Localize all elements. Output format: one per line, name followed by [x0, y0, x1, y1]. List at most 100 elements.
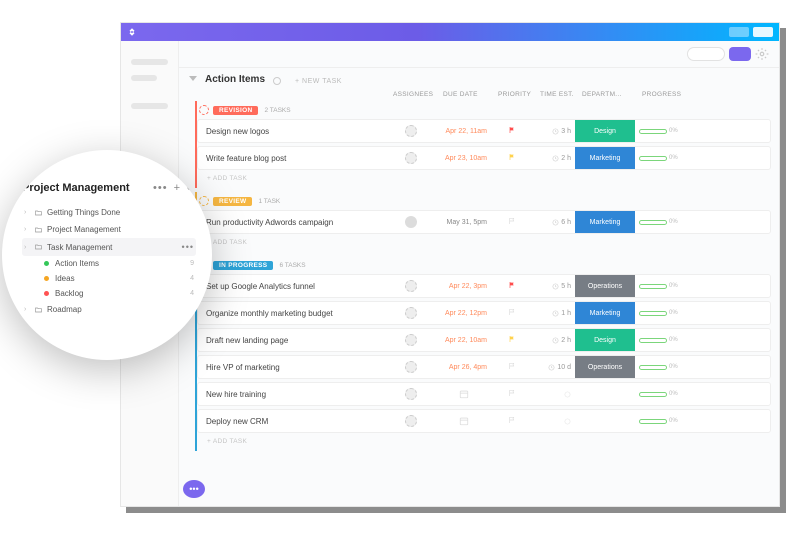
sidebar-lens: Project Management ••• + › Getting Thing… [2, 150, 212, 360]
list-item[interactable]: Backlog4 [22, 286, 196, 301]
task-row[interactable]: Set up Google Analytics funnel Apr 22, 3… [197, 274, 771, 298]
department-tag[interactable]: Operations [575, 275, 635, 297]
progress-pct: 0% [669, 418, 678, 424]
task-row[interactable]: Deploy new CRM 0% [197, 409, 771, 433]
time-estimate: 1 h [533, 310, 575, 317]
add-task-button[interactable]: + ADD TASK [197, 237, 771, 252]
task-row[interactable]: Organize monthly marketing budget Apr 22… [197, 301, 771, 325]
flag-icon[interactable] [508, 308, 516, 316]
task-row[interactable]: Draft new landing page Apr 22, 10am 2 h … [197, 328, 771, 352]
task-groups: REVISION 2 TASKS Design new logos Apr 22… [179, 101, 779, 451]
progress-bar [639, 129, 667, 134]
add-task-button[interactable]: + ADD TASK [197, 173, 771, 188]
group-header[interactable]: REVISION 2 TASKS [197, 101, 771, 119]
assignee-placeholder[interactable] [405, 152, 417, 164]
task-row[interactable]: Design new logos Apr 22, 11am 3 h Design… [197, 119, 771, 143]
department-tag[interactable]: Marketing [575, 211, 635, 233]
department-tag[interactable]: Design [575, 120, 635, 142]
project-label: Getting Things Done [47, 208, 120, 217]
assignee-placeholder[interactable] [405, 280, 417, 292]
tab-pill[interactable] [729, 27, 749, 37]
avatar[interactable] [405, 216, 417, 228]
department-tag[interactable]: Marketing [575, 302, 635, 324]
assignee-placeholder[interactable] [405, 388, 417, 400]
col-time: TIME EST. [540, 91, 582, 98]
clock-icon [564, 418, 571, 425]
flag-icon[interactable] [508, 217, 516, 225]
lens-header: Project Management ••• + [22, 182, 196, 194]
status-pill: IN PROGRESS [213, 261, 273, 270]
col-dept: DEPARTM... [582, 91, 642, 98]
toggle-switch[interactable] [687, 47, 725, 61]
status-dot-icon [44, 276, 49, 281]
new-task-button[interactable]: + NEW TASK [295, 78, 342, 85]
task-name: Draft new landing page [198, 336, 386, 345]
assignee-placeholder[interactable] [405, 307, 417, 319]
flag-icon[interactable] [508, 362, 516, 370]
calendar-icon[interactable] [459, 389, 469, 399]
progress-cell: 0% [635, 391, 687, 397]
progress-pct: 0% [669, 364, 678, 370]
flag-icon[interactable] [508, 153, 516, 161]
flag-icon[interactable] [508, 335, 516, 343]
folder-icon [34, 243, 43, 251]
assignee-placeholder[interactable] [405, 334, 417, 346]
task-name: Run productivity Adwords campaign [198, 218, 386, 227]
status-pill: REVISION [213, 106, 258, 115]
progress-pct: 0% [669, 391, 678, 397]
group-header[interactable]: REVIEW 1 TASK [197, 192, 771, 210]
project-item[interactable]: › Roadmap [22, 301, 196, 318]
flag-icon[interactable] [508, 281, 516, 289]
assignee-placeholder[interactable] [405, 125, 417, 137]
more-icon[interactable]: ••• [153, 182, 168, 194]
progress-bar [639, 311, 667, 316]
task-count: 2 TASKS [264, 107, 290, 114]
task-name: New hire training [198, 390, 386, 399]
task-row[interactable]: Run productivity Adwords campaign May 31… [197, 210, 771, 234]
view-switch[interactable] [729, 47, 751, 61]
assignee-placeholder[interactable] [405, 415, 417, 427]
flag-icon[interactable] [508, 416, 516, 424]
due-date: Apr 22, 3pm [436, 283, 491, 290]
department-tag[interactable]: Marketing [575, 147, 635, 169]
progress-cell: 0% [635, 283, 687, 289]
list-item[interactable]: Ideas4 [22, 271, 196, 286]
task-row[interactable]: Write feature blog post Apr 23, 10am 2 h… [197, 146, 771, 170]
progress-pct: 0% [669, 337, 678, 343]
add-task-button[interactable]: + ADD TASK [197, 436, 771, 451]
col-assignees: ASSIGNEES [393, 91, 443, 98]
time-estimate: 6 h [533, 219, 575, 226]
search-icon[interactable] [186, 183, 196, 193]
department-tag[interactable]: Design [575, 329, 635, 351]
add-icon[interactable]: + [174, 182, 180, 194]
calendar-icon[interactable] [459, 416, 469, 426]
status-dot-icon [44, 261, 49, 266]
task-group-review: REVIEW 1 TASK Run productivity Adwords c… [195, 192, 771, 252]
task-group-revision: REVISION 2 TASKS Design new logos Apr 22… [195, 101, 771, 188]
clock-icon [548, 364, 555, 371]
col-priority: PRIORITY [498, 91, 540, 98]
progress-bar [639, 365, 667, 370]
folder-icon [34, 226, 43, 234]
collapse-caret-icon[interactable] [189, 76, 197, 81]
task-row[interactable]: New hire training 0% [197, 382, 771, 406]
info-icon[interactable] [273, 77, 281, 85]
tab-pill-active[interactable] [753, 27, 773, 37]
project-item[interactable]: › Task Management ••• [22, 238, 196, 256]
project-item[interactable]: › Getting Things Done [22, 204, 196, 221]
list-label: Ideas [55, 274, 75, 283]
flag-icon[interactable] [508, 126, 516, 134]
due-date: Apr 22, 10am [436, 337, 491, 344]
task-row[interactable]: Hire VP of marketing Apr 26, 4pm 10 d Op… [197, 355, 771, 379]
project-item[interactable]: › Project Management [22, 221, 196, 238]
department-tag[interactable]: Operations [575, 356, 635, 378]
more-icon[interactable]: ••• [182, 242, 194, 252]
assignee-placeholder[interactable] [405, 361, 417, 373]
sidebar-placeholder [131, 103, 168, 109]
group-header[interactable]: IN PROGRESS 6 TASKS [197, 256, 771, 274]
list-item[interactable]: Action Items9 [22, 256, 196, 271]
gear-icon[interactable] [755, 47, 769, 61]
chat-button[interactable]: ••• [183, 480, 205, 498]
section-title: Action Items [205, 74, 265, 85]
flag-icon[interactable] [508, 389, 516, 397]
